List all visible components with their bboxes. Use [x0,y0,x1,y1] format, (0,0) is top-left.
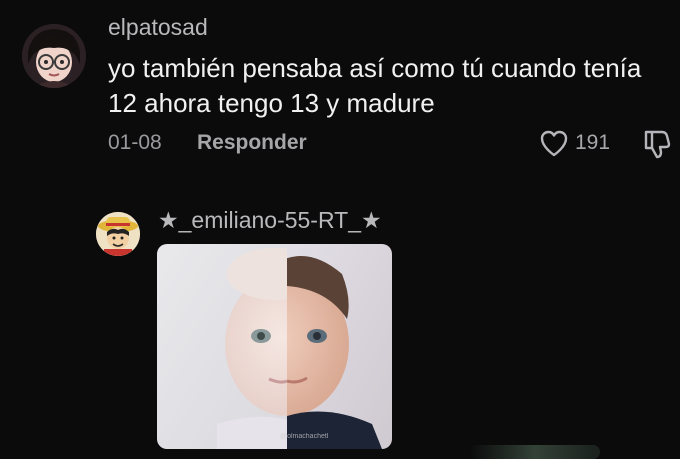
image-watermark: @olmachachetl [280,433,329,440]
avatar[interactable] [22,24,86,88]
reply-button[interactable]: Responder [197,131,307,155]
comment-username[interactable]: ★_emiliano-55-RT_★ [158,207,382,234]
like-count: 191 [575,131,611,154]
comment-text: yo también pensaba así como tú cuando te… [108,53,642,118]
heart-outline-icon [540,130,568,157]
straw-hat-avatar-image [96,212,140,256]
thumbs-down-outline-icon [644,130,671,159]
avatar[interactable] [96,212,140,256]
baby-face-split-image [157,244,392,449]
like-button[interactable]: 191 [538,127,610,159]
dislike-button[interactable] [640,126,674,160]
comment-date: 01-08 [108,131,162,154]
anime-avatar-image [22,24,86,88]
comment-username[interactable]: elpatosad [108,14,208,41]
comment-image-attachment[interactable] [157,244,392,449]
partial-overlay-element [470,445,600,459]
